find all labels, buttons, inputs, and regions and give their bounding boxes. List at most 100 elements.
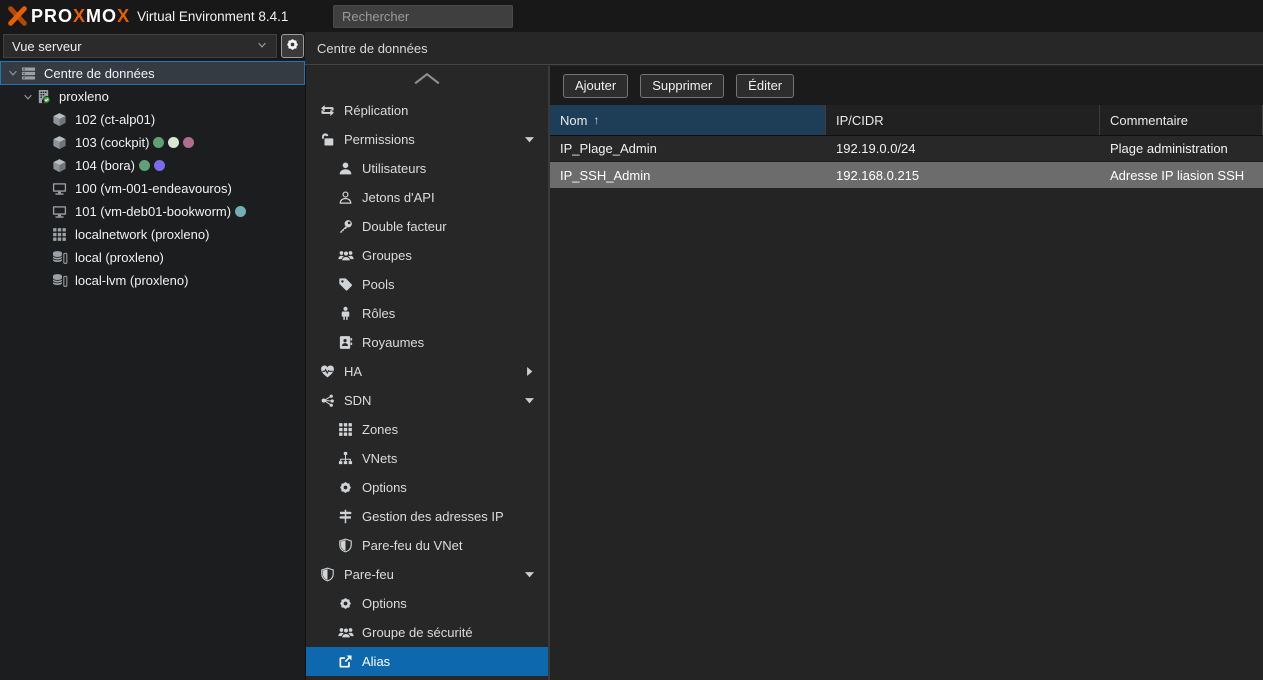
menu-item-pare-feu-du-vnet[interactable]: Pare-feu du VNet [306, 531, 548, 560]
user-icon [337, 161, 354, 176]
cell-commentaire: Adresse IP liasion SSH [1100, 162, 1263, 188]
tree-expander-icon[interactable] [20, 91, 36, 103]
view-selector-label: Vue serveur [12, 39, 82, 54]
menu-item-label: Options [362, 596, 407, 611]
menu-item-sdn[interactable]: SDN [306, 386, 548, 415]
tree-expander-icon[interactable] [5, 67, 21, 79]
tree-node-101-vm-deb01-bookworm[interactable]: 101 (vm-deb01-bookworm) [0, 200, 305, 223]
menu-item-pools[interactable]: Pools [306, 270, 548, 299]
cube-icon [52, 158, 71, 173]
menu-item-zones[interactable]: Zones [306, 415, 548, 444]
menu-item-groupes[interactable]: Groupes [306, 241, 548, 270]
retweet-icon [319, 103, 336, 118]
share-nodes-icon [319, 393, 336, 408]
menu-item-r-les[interactable]: Rôles [306, 299, 548, 328]
tree-node-102-ct-alp01[interactable]: 102 (ct-alp01) [0, 108, 305, 131]
address-book-icon [337, 335, 354, 350]
cell-nom: IP_Plage_Admin [550, 136, 826, 161]
table-body: IP_Plage_Admin192.19.0.0/24Plage adminis… [550, 136, 1263, 188]
unlock-icon [319, 132, 336, 147]
table-row-ip-ssh-admin[interactable]: IP_SSH_Admin192.168.0.215Adresse IP lias… [550, 162, 1263, 188]
menu-item-r-plication[interactable]: Réplication [306, 96, 548, 125]
menu-item-label: Pare-feu du VNet [362, 538, 462, 553]
column-header-nom[interactable]: Nom↑ [550, 105, 826, 135]
tree-node-104-bora[interactable]: 104 (bora) [0, 154, 305, 177]
sitemap-icon [337, 451, 354, 466]
-diter-button[interactable]: Éditer [736, 74, 794, 98]
tree-node-localnetwork-proxleno[interactable]: localnetwork (proxleno) [0, 223, 305, 246]
tag-dot [154, 160, 165, 171]
menu-item-label: Groupes [362, 248, 412, 263]
tree-node-centre-de-donn-es[interactable]: Centre de données [0, 61, 305, 85]
search-input[interactable] [333, 5, 513, 28]
table-header: Nom↑IP/CIDR Commentaire [550, 105, 1263, 136]
menu-item-label: Gestion des adresses IP [362, 509, 504, 524]
menu-item-options[interactable]: Options [306, 589, 548, 618]
tree-node-label: 103 (cockpit) [75, 135, 149, 150]
tree-node-proxleno[interactable]: proxleno [0, 85, 305, 108]
key-icon [337, 219, 354, 234]
tree-node-label: local (proxleno) [75, 250, 164, 265]
column-label: Nom [560, 113, 587, 128]
menu-item-utilisateurs[interactable]: Utilisateurs [306, 154, 548, 183]
resource-tree: Centre de données proxleno 102 (ct-alp01) 1… [0, 60, 305, 680]
building-check-icon [36, 89, 55, 104]
supprimer-button[interactable]: Supprimer [640, 74, 724, 98]
menu-item-label: Zones [362, 422, 398, 437]
menu-item-label: Réplication [344, 103, 408, 118]
ajouter-button[interactable]: Ajouter [563, 74, 628, 98]
tree-node-label: proxleno [59, 89, 109, 104]
tag-icon [337, 277, 354, 292]
heartbeat-icon [319, 364, 336, 379]
column-label: Commentaire [1110, 113, 1188, 128]
tree-node-label: 102 (ct-alp01) [75, 112, 155, 127]
chevron-down-icon[interactable] [523, 394, 536, 407]
view-selector[interactable]: Vue serveur [3, 34, 277, 58]
page-title: Centre de données [317, 41, 428, 56]
menu-item-options[interactable]: Options [306, 473, 548, 502]
menu-item-label: Royaumes [362, 335, 424, 350]
users-icon [337, 248, 354, 263]
chevron-down-icon[interactable] [523, 568, 536, 581]
proxmox-logo: PROXMOX Virtual Environment 8.4.1 [0, 5, 288, 27]
tree-node-label: localnetwork (proxleno) [75, 227, 209, 242]
tree-settings-button[interactable] [281, 34, 304, 58]
menu-item-label: VNets [362, 451, 397, 466]
server-icon [21, 66, 40, 81]
gear-icon [285, 37, 300, 55]
menu-item-vnets[interactable]: VNets [306, 444, 548, 473]
tree-node-label: 100 (vm-001-endeavouros) [75, 181, 232, 196]
tree-node-100-vm-001-endeavouros[interactable]: 100 (vm-001-endeavouros) [0, 177, 305, 200]
menu-item-ha[interactable]: HA [306, 357, 548, 386]
menu-item-gestion-des-adresses-ip[interactable]: Gestion des adresses IP [306, 502, 548, 531]
grid-icon [337, 422, 354, 437]
menu-item-label: Double facteur [362, 219, 447, 234]
menu-item-permissions[interactable]: Permissions [306, 125, 548, 154]
tree-node-103-cockpit[interactable]: 103 (cockpit) [0, 131, 305, 154]
menu-item-alias[interactable]: Alias [306, 647, 548, 676]
chevron-up-icon [413, 72, 441, 90]
column-header-ip-cidr[interactable]: IP/CIDR [826, 105, 1100, 135]
menu-scroll-up[interactable] [306, 66, 548, 96]
menu-item-jetons-d-api[interactable]: Jetons d'API [306, 183, 548, 212]
chevron-down-icon[interactable] [523, 133, 536, 146]
menu-item-double-facteur[interactable]: Double facteur [306, 212, 548, 241]
menu-item-groupe-de-s-curit[interactable]: Groupe de sécurité [306, 618, 548, 647]
tree-node-label: 104 (bora) [75, 158, 135, 173]
tree-node-label: 101 (vm-deb01-bookworm) [75, 204, 231, 219]
storage-icon [52, 273, 71, 288]
menu-item-pare-feu[interactable]: Pare-feu [306, 560, 548, 589]
product-version: Virtual Environment 8.4.1 [137, 9, 288, 24]
table-row-ip-plage-admin[interactable]: IP_Plage_Admin192.19.0.0/24Plage adminis… [550, 136, 1263, 162]
menu-item-label: HA [344, 364, 362, 379]
tree-node-local-lvm-proxleno[interactable]: local-lvm (proxleno) [0, 269, 305, 292]
menu-item-label: Pools [362, 277, 395, 292]
chevron-right-icon[interactable] [523, 365, 536, 378]
tree-node-local-proxleno[interactable]: local (proxleno) [0, 246, 305, 269]
menu-item-royaumes[interactable]: Royaumes [306, 328, 548, 357]
menu-item-label: Rôles [362, 306, 395, 321]
cell-nom: IP_SSH_Admin [550, 162, 826, 188]
tree-node-label: local-lvm (proxleno) [75, 273, 188, 288]
column-header-commentaire[interactable]: Commentaire [1100, 105, 1263, 135]
tag-dot [168, 137, 179, 148]
